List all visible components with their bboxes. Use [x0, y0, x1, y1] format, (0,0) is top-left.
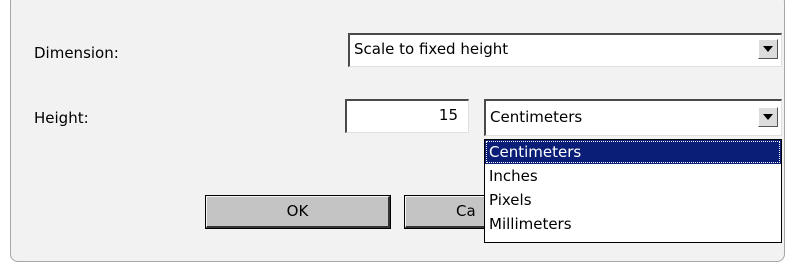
ok-button[interactable]: OK [205, 195, 391, 229]
dimension-select-value: Scale to fixed height [354, 40, 509, 58]
dimension-label: Dimension: [34, 44, 119, 62]
unit-select[interactable]: Centimeters [484, 99, 782, 136]
height-input[interactable]: 15 [345, 99, 469, 133]
unit-dropdown-list: Centimeters Inches Pixels Millimeters [484, 139, 782, 243]
dropdown-option-inches[interactable]: Inches [485, 164, 781, 188]
dimension-select[interactable]: Scale to fixed height [348, 33, 782, 67]
unit-select-value: Centimeters [490, 108, 583, 126]
height-input-value: 15 [438, 106, 458, 124]
dropdown-option-pixels[interactable]: Pixels [485, 188, 781, 212]
height-label: Height: [34, 109, 89, 127]
dropdown-option-centimeters[interactable]: Centimeters [485, 140, 781, 164]
chevron-down-icon[interactable] [758, 107, 778, 127]
dropdown-option-millimeters[interactable]: Millimeters [485, 212, 781, 236]
chevron-down-icon[interactable] [758, 39, 778, 59]
